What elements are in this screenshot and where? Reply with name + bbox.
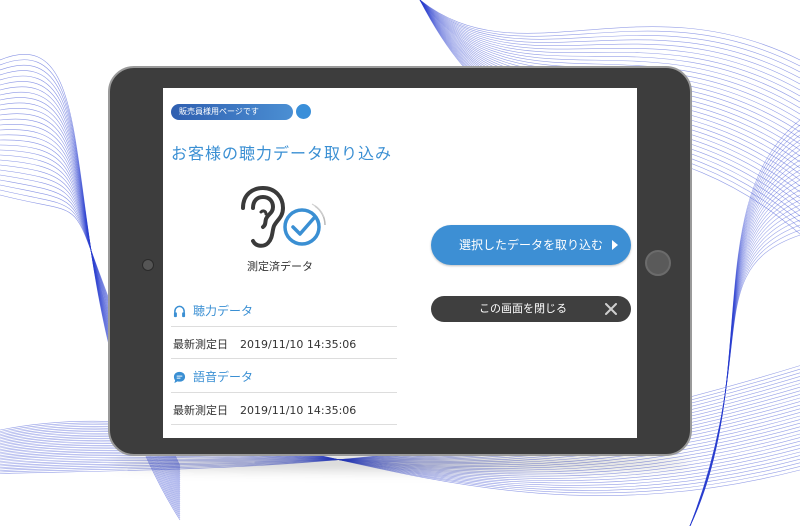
measured-data-label: 測定済データ [247,260,313,273]
close-button-label: この画面を閉じる [479,302,567,315]
tablet-shadow [112,456,690,470]
wave-line [689,124,800,526]
wave-line [419,0,800,73]
tablet-screen: 販売員様用ページです お客様の聴力データ取り込み 測定済データ 聴力データ 最新… [163,88,637,438]
tablet-camera [142,259,154,271]
speech-bubble-icon [173,371,186,384]
tablet-home-button[interactable] [645,250,671,276]
hearing-data-title: 聴力データ [193,304,254,318]
chevron-right-icon [612,240,618,250]
wave-line [689,129,800,526]
badge-dot [296,104,311,119]
speech-date-value: 2019/11/10 14:35:06 [240,404,357,417]
close-icon [605,303,617,315]
ear-icon [241,186,285,248]
speech-date-label: 最新測定日 [173,404,228,417]
speech-date-row: 最新測定日 2019/11/10 14:35:06 [173,402,356,418]
speech-data-header: 語音データ [171,368,397,386]
speech-data-title: 語音データ [193,370,254,384]
headphones-icon [173,305,186,318]
checkmark-circle-icon [283,203,326,246]
hearing-date-label: 最新測定日 [173,338,228,351]
divider [171,392,397,393]
wave-line [689,149,800,526]
wave-line [689,144,800,526]
divider [171,326,397,327]
import-selected-data-button[interactable]: 選択したデータを取り込む [431,225,631,265]
close-screen-button[interactable]: この画面を閉じる [431,296,631,322]
seller-page-badge: 販売員様用ページです [171,104,293,120]
import-button-label: 選択したデータを取り込む [458,238,603,252]
wave-line [689,134,800,526]
divider [171,358,397,359]
hearing-date-row: 最新測定日 2019/11/10 14:35:06 [173,336,356,352]
hearing-data-header: 聴力データ [171,302,397,320]
hearing-date-value: 2019/11/10 14:35:06 [240,338,357,351]
divider [171,424,397,425]
page-title: お客様の聴力データ取り込み [171,144,393,163]
